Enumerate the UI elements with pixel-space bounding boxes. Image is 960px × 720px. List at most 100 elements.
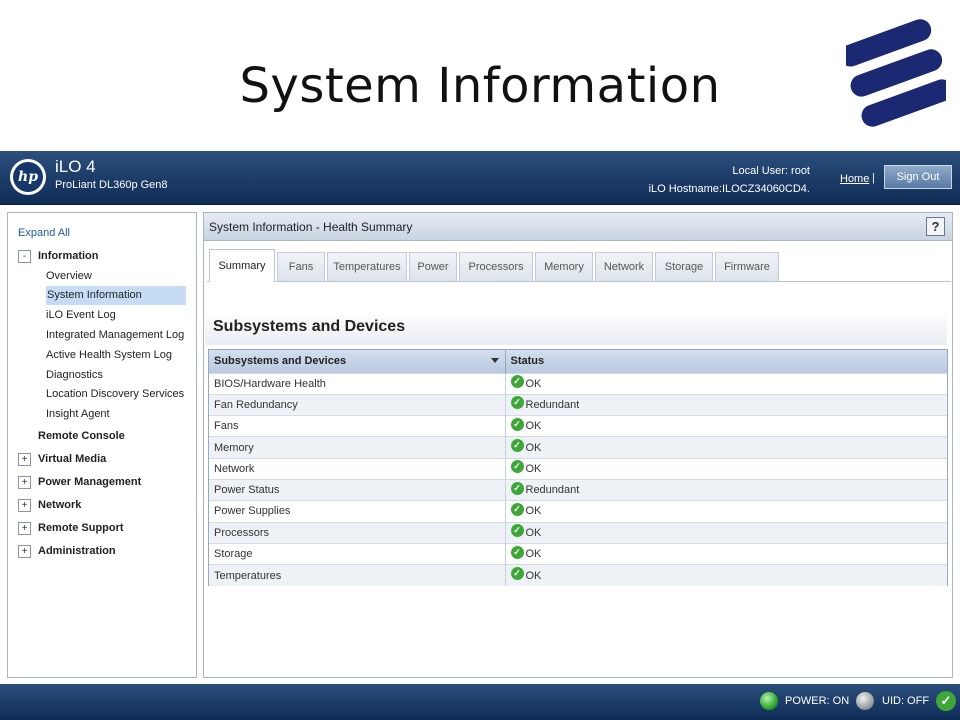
health-summary-table: Subsystems and Devices Status BIOS/Hardw… (208, 349, 948, 586)
table-row: Fan Redundancy ✓ Redundant (209, 394, 947, 416)
sidebar-item-power-management[interactable]: Power Management (38, 476, 141, 488)
subsystem-name: Temperatures (209, 564, 506, 586)
server-model: ProLiant DL360p Gen8 (55, 179, 168, 191)
help-icon[interactable]: ? (926, 217, 945, 236)
table-row: Temperatures ✓ OK (209, 564, 947, 586)
tab-storage[interactable]: Storage (655, 252, 713, 281)
sidebar-nav: Expand All - Information Overview System… (7, 212, 197, 678)
table-row: Network ✓ OK (209, 458, 947, 480)
sidebar-item-network[interactable]: Network (38, 499, 81, 511)
expand-power-management-toggle[interactable]: + (18, 476, 31, 489)
status-value: OK (525, 441, 542, 454)
page-title: System Information - Health Summary (209, 220, 413, 234)
sidebar-item-information[interactable]: Information (38, 250, 99, 262)
uid-led-icon[interactable] (856, 692, 874, 710)
column-header-status[interactable]: Status (505, 350, 947, 373)
ilo-screenshot: hp iLO 4 ProLiant DL360p Gen8 Local User… (0, 151, 960, 720)
status-footer: POWER: ON UID: OFF ✓ (0, 684, 960, 720)
sidebar-item-active-health-system-log[interactable]: Active Health System Log (46, 349, 172, 361)
home-link[interactable]: Home (840, 173, 869, 185)
tab-processors[interactable]: Processors (459, 252, 533, 281)
status-value: OK (525, 569, 542, 582)
subsystem-name: Fans (209, 415, 506, 437)
table-row: Power Supplies ✓ OK (209, 500, 947, 523)
table-header-row: Subsystems and Devices Status (209, 350, 947, 373)
table-row: Power Status ✓ Redundant (209, 479, 947, 501)
subsystem-name: Processors (209, 522, 506, 544)
power-status: POWER: ON (785, 695, 850, 707)
subsystem-name: Network (209, 458, 506, 480)
hostname-label: iLO Hostname:ILOCZ34060CD4. (648, 183, 810, 195)
power-led-icon[interactable] (760, 692, 778, 710)
sidebar-item-overview[interactable]: Overview (46, 270, 92, 282)
ok-check-icon: ✓ (510, 481, 524, 495)
sidebar-item-insight-agent[interactable]: Insight Agent (46, 408, 110, 420)
expand-administration-toggle[interactable]: + (18, 545, 31, 558)
status-value: Redundant (525, 398, 580, 411)
tab-network[interactable]: Network (595, 252, 653, 281)
sidebar-item-system-information[interactable]: System Information (46, 286, 186, 305)
slide-title: System Information (239, 58, 721, 114)
health-check-icon[interactable]: ✓ (936, 691, 956, 711)
sidebar-item-administration[interactable]: Administration (38, 545, 116, 557)
tab-fans[interactable]: Fans (277, 252, 325, 281)
expand-all-link[interactable]: Expand All (18, 227, 70, 239)
main-content: System Information - Health Summary ? Su… (203, 212, 953, 678)
tab-firmware[interactable]: Firmware (715, 252, 779, 281)
table-row: Fans ✓ OK (209, 415, 947, 437)
status-value: OK (525, 377, 542, 390)
ok-check-icon: ✓ (510, 545, 524, 559)
status-value: OK (525, 505, 542, 518)
sidebar-item-location-discovery-services[interactable]: Location Discovery Services (46, 388, 184, 400)
tab-temperatures[interactable]: Temperatures (327, 252, 407, 281)
tab-power[interactable]: Power (409, 252, 457, 281)
sidebar-item-diagnostics[interactable]: Diagnostics (46, 369, 103, 381)
ok-check-icon: ✓ (510, 375, 524, 389)
ok-check-icon: ✓ (510, 460, 524, 474)
subsystem-name: Power Supplies (209, 500, 506, 523)
ok-check-icon: ✓ (510, 524, 524, 538)
table-row: Memory ✓ OK (209, 436, 947, 459)
table-row: Processors ✓ OK (209, 522, 947, 544)
ok-check-icon: ✓ (510, 417, 524, 431)
status-value: OK (525, 526, 542, 539)
tab-summary[interactable]: Summary (209, 249, 275, 282)
expand-remote-support-toggle[interactable]: + (18, 522, 31, 535)
sidebar-item-virtual-media[interactable]: Virtual Media (38, 453, 106, 465)
hp-logo: hp (10, 159, 46, 195)
ok-check-icon: ✓ (510, 502, 524, 516)
ok-check-icon: ✓ (510, 439, 524, 453)
sidebar-item-ilo-event-log[interactable]: iLO Event Log (46, 309, 116, 321)
header-separator: | (872, 172, 875, 184)
sidebar-item-remote-console[interactable]: Remote Console (38, 430, 125, 442)
status-value: OK (525, 420, 542, 433)
status-value: OK (525, 548, 542, 561)
ericsson-logo (846, 19, 946, 127)
expand-network-toggle[interactable]: + (18, 499, 31, 512)
column-header-subsystem[interactable]: Subsystems and Devices (209, 350, 506, 373)
subsystem-name: Power Status (209, 479, 506, 501)
subsystem-name: Memory (209, 436, 506, 459)
subsystem-name: Fan Redundancy (209, 394, 506, 416)
product-name: iLO 4 (55, 157, 96, 176)
table-row: Storage ✓ OK (209, 543, 947, 565)
tab-bar: Summary Fans Temperatures Power Processo… (207, 249, 951, 282)
section-title: Subsystems and Devices (205, 311, 947, 345)
sidebar-item-integrated-management-log[interactable]: Integrated Management Log (46, 329, 184, 341)
uid-status: UID: OFF (882, 695, 930, 707)
subsystem-name: BIOS/Hardware Health (209, 373, 506, 395)
local-user-label: Local User: root (732, 165, 810, 177)
sort-down-icon[interactable] (490, 358, 499, 363)
ilo-header-bar: hp iLO 4 ProLiant DL360p Gen8 Local User… (0, 151, 960, 205)
ok-check-icon: ✓ (510, 567, 524, 581)
tab-memory[interactable]: Memory (535, 252, 593, 281)
status-value: OK (525, 462, 542, 475)
sign-out-button[interactable]: Sign Out (884, 165, 952, 189)
status-value: Redundant (525, 484, 580, 497)
expand-virtual-media-toggle[interactable]: + (18, 453, 31, 466)
subsystem-name: Storage (209, 543, 506, 565)
ok-check-icon: ✓ (510, 396, 524, 410)
sidebar-item-remote-support[interactable]: Remote Support (38, 522, 124, 534)
content-header: System Information - Health Summary ? (204, 213, 952, 241)
collapse-information-toggle[interactable]: - (18, 250, 31, 263)
